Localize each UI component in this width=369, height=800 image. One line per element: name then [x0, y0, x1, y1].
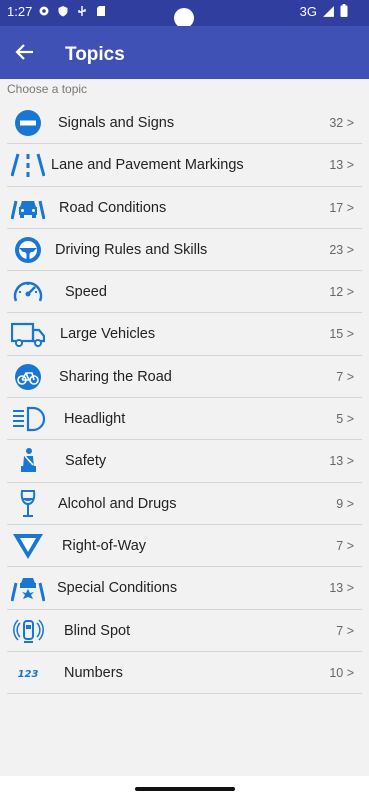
topic-label: Right-of-Way [62, 537, 147, 554]
steering-wheel-icon [15, 236, 41, 263]
shield-icon [58, 6, 68, 17]
car-crash-icon [11, 578, 45, 602]
topic-label: Signals and Signs [58, 115, 175, 131]
sd-card-icon [97, 6, 105, 16]
topic-count: 10 > [329, 665, 354, 680]
home-handle[interactable] [135, 787, 235, 791]
topic-alcohol-and-drugs[interactable]: Alcohol and Drugs 9 > [7, 483, 362, 525]
app-bar: Topics [0, 26, 369, 79]
topic-label: Safety [65, 453, 107, 470]
topic-lane-and-pavement-markings[interactable]: Lane and Pavement Markings 13 > [7, 144, 362, 187]
no-entry-icon [15, 110, 41, 136]
numbers-icon: 123 [18, 669, 39, 680]
topic-label: Headlight [64, 411, 126, 428]
topic-road-conditions[interactable]: Road Conditions 17 > [7, 187, 362, 229]
topic-label: Sharing the Road [59, 368, 172, 385]
topic-speed[interactable]: Speed 12 > [7, 271, 362, 314]
topic-signals-and-signs[interactable]: Signals and Signs 32 > [7, 102, 362, 145]
topic-sharing-the-road[interactable]: Sharing the Road 7 > [7, 356, 362, 399]
speedometer-icon [13, 281, 43, 302]
topic-large-vehicles[interactable]: Large Vehicles 15 > [7, 313, 362, 356]
topic-driving-rules-and-skills[interactable]: Driving Rules and Skills 23 > [7, 229, 362, 272]
usb-icon [78, 6, 86, 16]
blind-spot-icon [13, 619, 44, 643]
list-subtitle: Choose a topic [7, 82, 88, 96]
topic-label: Speed [65, 284, 107, 301]
topic-numbers[interactable]: 123 Numbers 10 > [7, 652, 362, 695]
yield-sign-icon [13, 533, 43, 559]
topic-list: Signals and Signs 32 > Lane and Pavement… [7, 102, 362, 695]
topic-count: 12 > [329, 285, 354, 300]
camera-cutout [174, 8, 194, 28]
status-time: 1:27 [7, 4, 33, 19]
topic-label: Alcohol and Drugs [58, 495, 177, 512]
seatbelt-icon [21, 448, 36, 473]
bicycle-icon [15, 363, 41, 390]
topic-right-of-way[interactable]: Right-of-Way 7 > [7, 525, 362, 568]
topic-label: Blind Spot [64, 622, 131, 639]
topic-count: 7 > [336, 623, 354, 638]
gesture-nav-bar [0, 776, 369, 800]
network-type: 3G [299, 4, 317, 19]
topic-label: Special Conditions [57, 580, 178, 597]
topic-count: 9 > [336, 496, 354, 511]
signal-icon [323, 6, 334, 17]
topic-label: Road Conditions [59, 199, 167, 216]
topic-label: Driving Rules and Skills [55, 241, 208, 258]
topic-headlight[interactable]: Headlight 5 > [7, 398, 362, 441]
topic-label: Numbers [64, 664, 123, 681]
topic-safety[interactable]: Safety 13 > [7, 440, 362, 483]
topic-count: 13 > [329, 158, 354, 173]
topic-count: 13 > [329, 581, 354, 596]
status-bar: 1:27 3G [0, 0, 369, 28]
car-road-icon [11, 200, 45, 219]
topic-count: 7 > [336, 538, 354, 553]
back-arrow-icon[interactable] [15, 42, 35, 62]
topic-count: 13 > [329, 454, 354, 469]
topic-count: 7 > [336, 369, 354, 384]
headlight-icon [13, 406, 45, 432]
topic-count: 23 > [329, 242, 354, 257]
svg-text:123: 123 [18, 669, 39, 680]
topic-count: 32 > [329, 116, 354, 130]
topic-special-conditions[interactable]: Special Conditions 13 > [7, 567, 362, 610]
battery-icon [340, 4, 348, 17]
topic-label: Large Vehicles [60, 326, 156, 343]
topic-blind-spot[interactable]: Blind Spot 7 > [7, 610, 362, 652]
wine-glass-icon [20, 489, 36, 517]
topic-count: 17 > [329, 200, 354, 215]
lane-markings-icon [11, 153, 45, 178]
page-title: Topics [65, 44, 125, 65]
settings-icon [39, 6, 49, 16]
truck-icon [11, 323, 45, 348]
topic-label: Lane and Pavement Markings [51, 157, 244, 174]
topic-count: 15 > [329, 327, 354, 342]
topic-count: 5 > [336, 412, 354, 427]
